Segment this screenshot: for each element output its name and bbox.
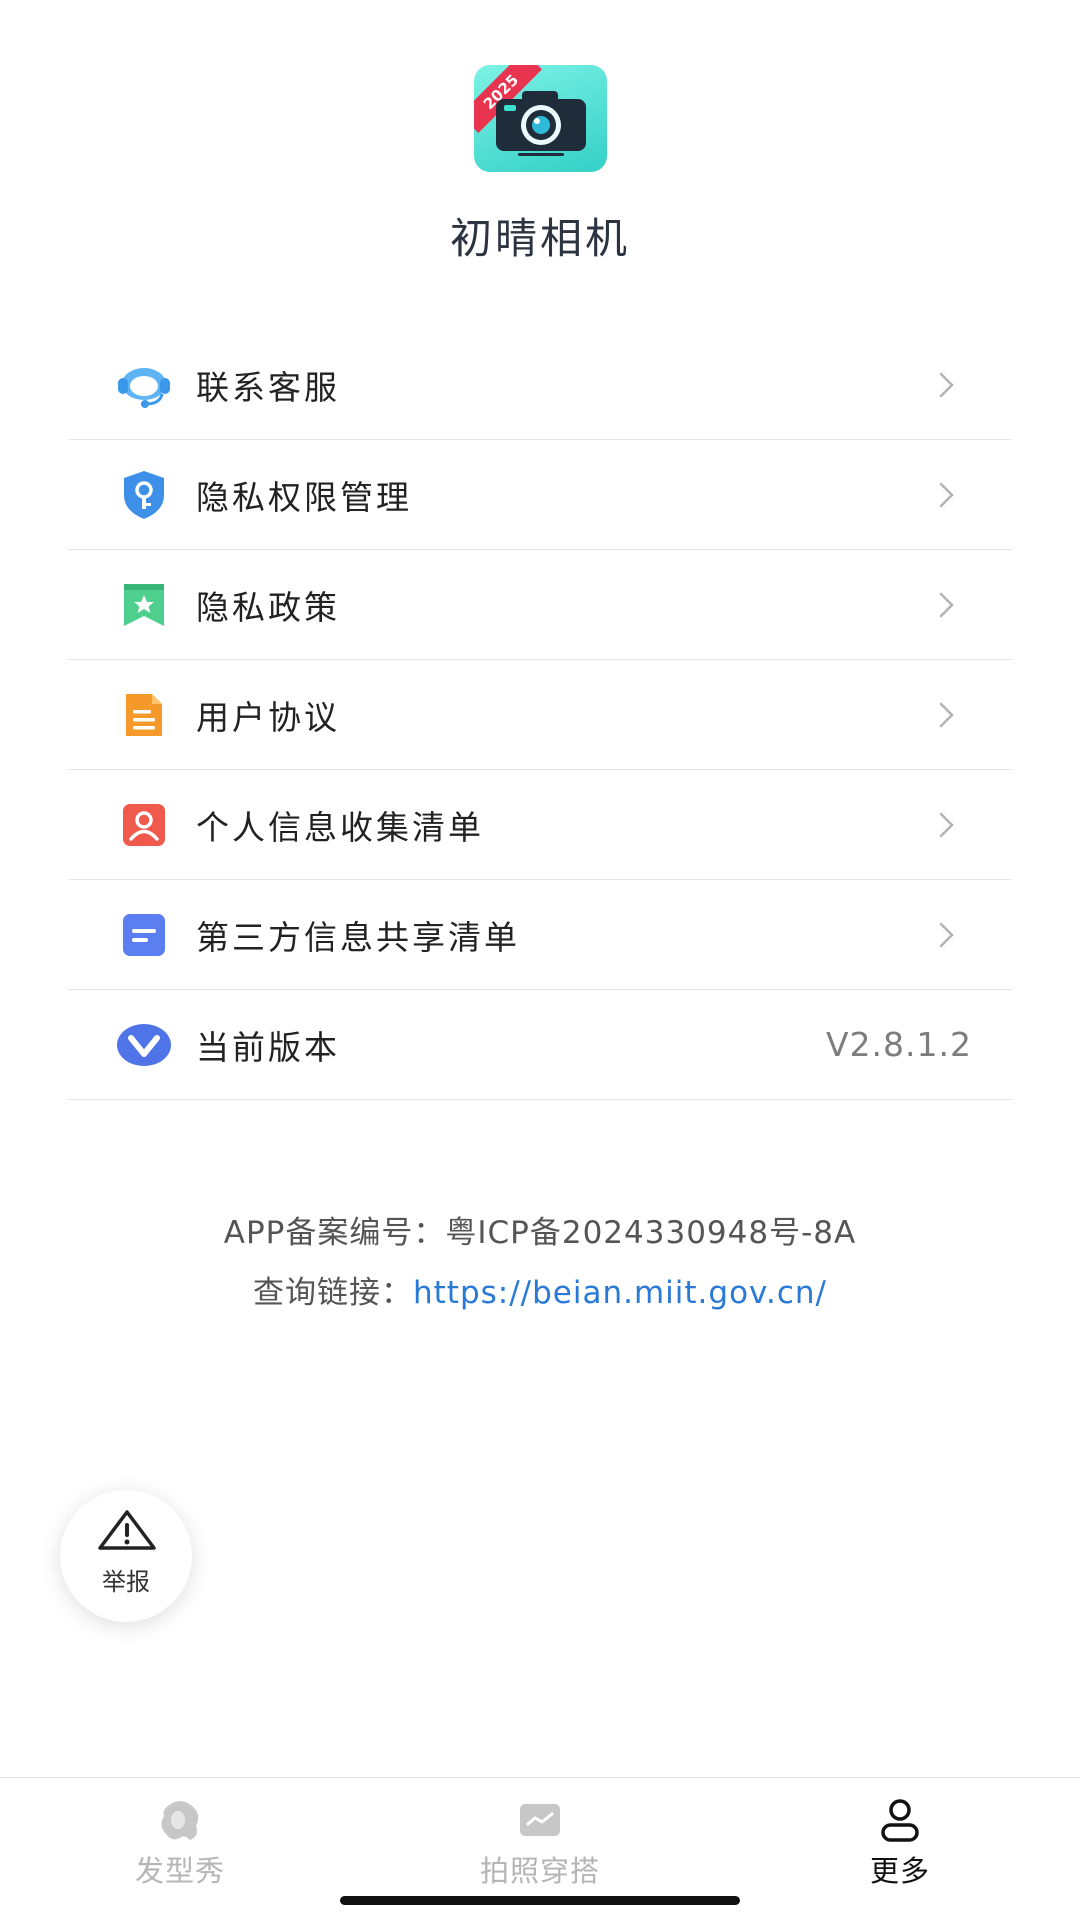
tab-more[interactable]: 更多 xyxy=(780,1778,1020,1898)
document-icon xyxy=(116,687,172,743)
list-doc-icon xyxy=(116,907,172,963)
tab-hairstyle[interactable]: 发型秀 xyxy=(60,1778,300,1898)
menu-item-privacy-permissions[interactable]: 隐私权限管理 xyxy=(68,440,1012,550)
settings-menu: 联系客服 隐私权限管理 隐私政策 用户协议 个人信息收集清单 第三方信息共享清单… xyxy=(68,330,1012,1100)
menu-item-label: 联系客服 xyxy=(196,367,340,407)
menu-item-user-agreement[interactable]: 用户协议 xyxy=(68,660,1012,770)
report-label: 举报 xyxy=(102,1568,150,1596)
app-logo: 2025 xyxy=(474,65,607,172)
icp-query-line: 查询链接：https://beian.miit.gov.cn/ xyxy=(0,1267,1080,1312)
version-v-icon xyxy=(116,1017,172,1073)
menu-item-label: 用户协议 xyxy=(196,697,340,737)
menu-item-third-party-sharing[interactable]: 第三方信息共享清单 xyxy=(68,880,1012,990)
version-value: V2.8.1.2 xyxy=(825,1025,972,1064)
tab-label: 发型秀 xyxy=(134,1854,225,1888)
menu-item-label: 第三方信息共享清单 xyxy=(196,917,520,957)
icp-record-number: APP备案编号：粤ICP备2024330948号-8A xyxy=(223,1215,857,1251)
person-icon xyxy=(881,1799,919,1842)
menu-item-label: 隐私政策 xyxy=(196,587,340,627)
warning-triangle-icon xyxy=(98,1510,156,1550)
tab-photo-outfit[interactable]: 拍照穿搭 xyxy=(420,1778,660,1898)
report-button[interactable]: 举报 xyxy=(60,1490,192,1622)
photo-icon xyxy=(520,1804,560,1836)
hairstyle-icon xyxy=(161,1801,199,1840)
tab-label: 拍照穿搭 xyxy=(479,1854,600,1888)
menu-item-current-version: 当前版本 V2.8.1.2 xyxy=(68,990,1012,1100)
chevron-right-icon xyxy=(939,702,954,728)
customer-service-icon xyxy=(116,357,172,413)
camera-icon xyxy=(496,91,586,156)
chevron-right-icon xyxy=(939,592,954,618)
menu-item-customer-service[interactable]: 联系客服 xyxy=(68,330,1012,440)
menu-item-privacy-policy[interactable]: 隐私政策 xyxy=(68,550,1012,660)
menu-item-label: 隐私权限管理 xyxy=(196,477,412,517)
home-indicator[interactable] xyxy=(340,1896,740,1905)
menu-item-label: 个人信息收集清单 xyxy=(196,807,484,847)
menu-item-label: 当前版本 xyxy=(196,1027,340,1067)
chevron-right-icon xyxy=(939,922,954,948)
bookmark-star-icon xyxy=(116,577,172,633)
app-name: 初晴相机 xyxy=(449,214,630,263)
shield-key-icon xyxy=(116,467,172,523)
icp-query-label: 查询链接： xyxy=(253,1275,413,1311)
chevron-right-icon xyxy=(939,482,954,508)
more-page: 2025 初晴相机 联系客服 隐私权限管理 隐私政策 用户协议 个人信息收集清单… xyxy=(0,0,1080,1920)
tab-label: 更多 xyxy=(869,1854,930,1888)
person-card-icon xyxy=(116,797,172,853)
chevron-right-icon xyxy=(939,372,954,398)
chevron-right-icon xyxy=(939,812,954,838)
icp-query-link[interactable]: https://beian.miit.gov.cn/ xyxy=(413,1275,827,1311)
menu-item-personal-info-list[interactable]: 个人信息收集清单 xyxy=(68,770,1012,880)
